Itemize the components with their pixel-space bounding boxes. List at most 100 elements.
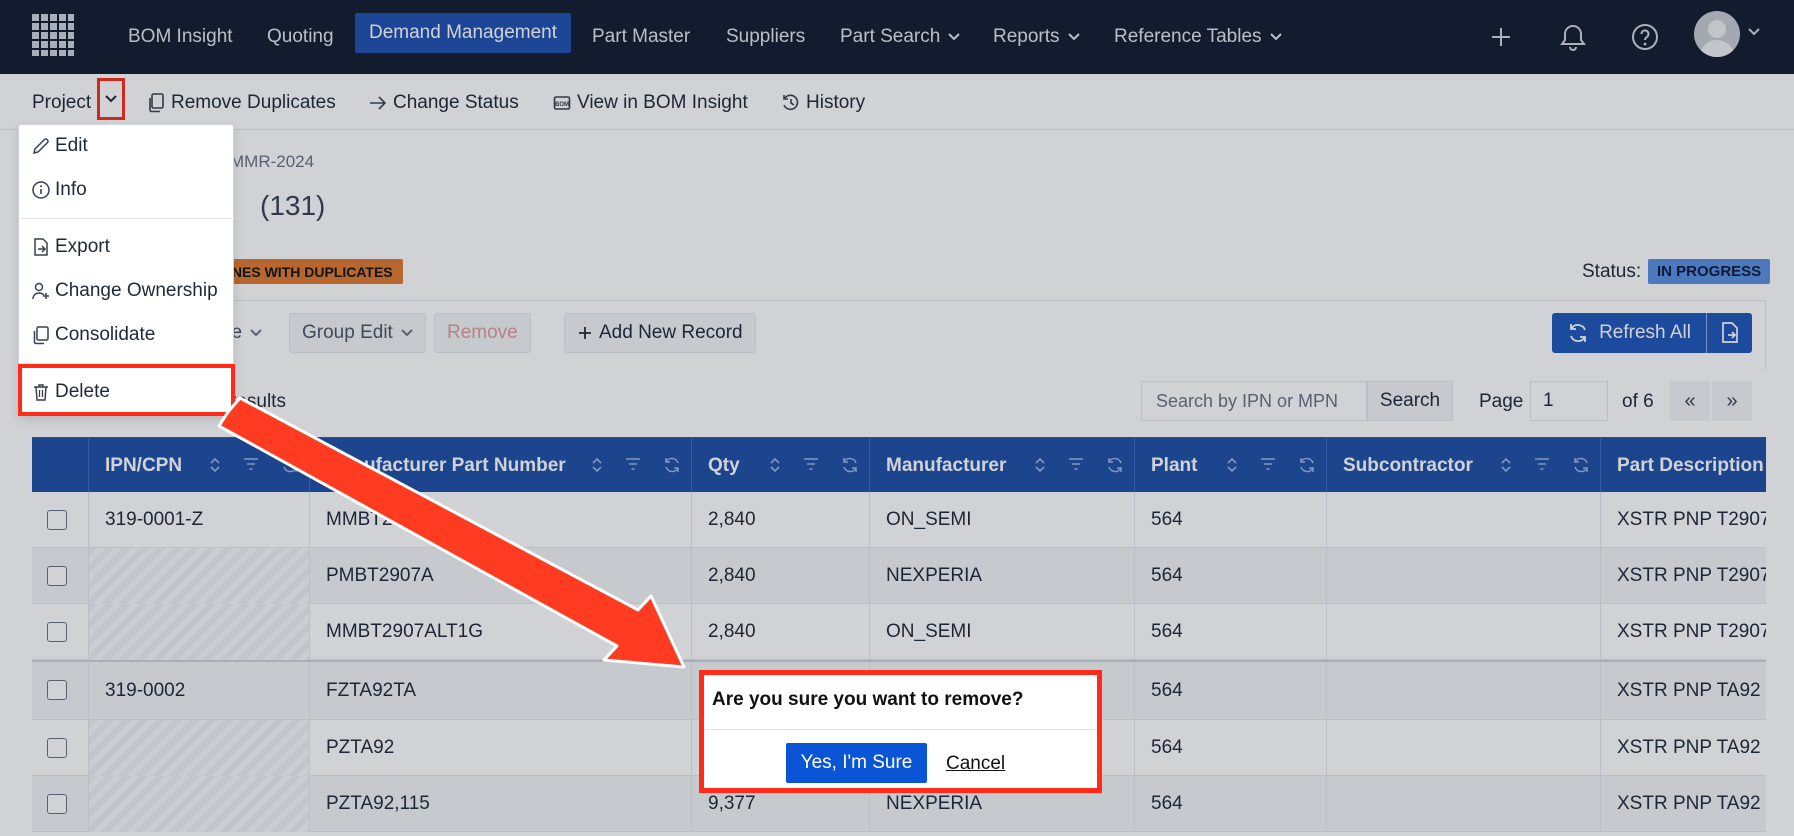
project-dropdown-toggle[interactable] bbox=[97, 78, 125, 120]
user-avatar[interactable] bbox=[1694, 11, 1740, 57]
column-header-ipn[interactable]: IPN/CPN bbox=[89, 438, 310, 493]
plant-cell: 564 bbox=[1135, 776, 1327, 832]
view-in-bom-insight-button[interactable]: BOM View in BOM Insight bbox=[553, 88, 748, 118]
add-new-record-button[interactable]: Add New Record bbox=[564, 313, 756, 353]
refresh-icon[interactable] bbox=[1298, 457, 1316, 473]
refresh-icon[interactable] bbox=[841, 457, 859, 473]
row-checkbox[interactable] bbox=[47, 738, 67, 758]
breadcrumb: MMR-2024 bbox=[230, 152, 315, 171]
arrow-right-icon bbox=[370, 96, 387, 110]
menu-item-export[interactable]: Export bbox=[31, 232, 110, 262]
remove-duplicates-button[interactable]: Remove Duplicates bbox=[147, 88, 336, 118]
history-button[interactable]: History bbox=[782, 88, 865, 118]
confirm-remove-dialog: Are you sure you want to remove? Yes, I'… bbox=[699, 670, 1102, 793]
plus-icon[interactable] bbox=[1482, 18, 1520, 56]
filter-icon[interactable] bbox=[1068, 457, 1084, 471]
menu-item-label: Info bbox=[55, 179, 87, 200]
nav-demand-management[interactable]: Demand Management bbox=[355, 13, 571, 53]
sort-icon[interactable] bbox=[769, 457, 781, 473]
refresh-icon[interactable] bbox=[1106, 457, 1124, 473]
filter-icon[interactable] bbox=[243, 457, 259, 471]
menu-item-label: Export bbox=[55, 236, 110, 257]
refresh-icon[interactable] bbox=[281, 457, 299, 473]
subcontractor-cell bbox=[1327, 548, 1601, 604]
chevron-down-icon bbox=[105, 95, 117, 103]
prev-page-button[interactable]: « bbox=[1670, 381, 1710, 421]
column-header-manufacturer[interactable]: Manufacturer bbox=[870, 438, 1135, 493]
column-header-plant[interactable]: Plant bbox=[1135, 438, 1327, 493]
sort-icon[interactable] bbox=[1500, 457, 1512, 473]
bell-icon[interactable] bbox=[1554, 18, 1592, 56]
search-input[interactable]: Search by IPN or MPN bbox=[1141, 381, 1367, 421]
sort-icon[interactable] bbox=[1034, 457, 1046, 473]
plant-cell: 564 bbox=[1135, 492, 1327, 548]
copy-icon bbox=[149, 93, 164, 113]
status-label: Status: bbox=[1582, 261, 1642, 282]
sort-icon[interactable] bbox=[591, 457, 603, 473]
search-button[interactable]: Search bbox=[1367, 381, 1453, 421]
row-checkbox[interactable] bbox=[47, 566, 67, 586]
column-header-qty[interactable]: Qty bbox=[692, 438, 870, 493]
select-all-header bbox=[32, 438, 89, 493]
description-cell: XSTR PNP T2907 bbox=[1617, 565, 1766, 586]
change-status-button[interactable]: Change Status bbox=[369, 88, 519, 118]
sort-icon[interactable] bbox=[1226, 457, 1238, 473]
export-file-button[interactable] bbox=[1706, 313, 1752, 353]
file-export-icon bbox=[1721, 322, 1738, 343]
nav-part-search[interactable]: Part Search bbox=[826, 0, 974, 74]
filter-icon[interactable] bbox=[1534, 457, 1550, 471]
table-header: IPN/CPN Manufacturer Part Number Qty Man… bbox=[32, 437, 1766, 493]
table-row[interactable]: PMBT2907A 2,840 NEXPERIA 564 XSTR PNP T2… bbox=[32, 548, 1766, 604]
pencil-icon bbox=[32, 138, 49, 155]
nav-quoting[interactable]: Quoting bbox=[253, 0, 348, 74]
change-status-label: Change Status bbox=[393, 92, 519, 113]
nav-label: BOM Insight bbox=[128, 26, 233, 47]
remove-button[interactable]: Remove bbox=[434, 313, 531, 353]
row-checkbox[interactable] bbox=[47, 622, 67, 642]
page-number-input[interactable]: 1 bbox=[1530, 381, 1608, 421]
table-row[interactable]: 319-0001-Z MMBT2907A 2,840 ON_SEMI 564 X… bbox=[32, 492, 1766, 548]
menu-item-change-ownership[interactable]: Change Ownership bbox=[31, 276, 218, 306]
project-toolbar: Project Remove Duplicates Change Status … bbox=[0, 74, 1794, 130]
chevron-down-icon bbox=[401, 329, 413, 337]
nav-bom-insight[interactable]: BOM Insight bbox=[114, 0, 247, 74]
history-icon bbox=[783, 94, 799, 111]
filter-icon[interactable] bbox=[625, 457, 641, 471]
column-header-label: IPN/CPN bbox=[105, 454, 183, 476]
column-header-part-description[interactable]: Part Description bbox=[1601, 438, 1766, 493]
nav-suppliers[interactable]: Suppliers bbox=[712, 0, 819, 74]
nav-reference-tables[interactable]: Reference Tables bbox=[1100, 0, 1296, 74]
menu-item-info[interactable]: Info bbox=[31, 175, 87, 205]
results-count: results bbox=[230, 391, 286, 412]
row-checkbox[interactable] bbox=[47, 510, 67, 530]
row-checkbox[interactable] bbox=[47, 680, 67, 700]
mpn-cell: PZTA92,115 bbox=[310, 776, 692, 832]
chevron-down-icon[interactable] bbox=[1748, 28, 1760, 36]
menu-item-consolidate[interactable]: Consolidate bbox=[31, 320, 155, 350]
confirm-button[interactable]: Yes, I'm Sure bbox=[786, 743, 927, 783]
file-export-icon bbox=[34, 238, 48, 256]
cancel-link[interactable]: Cancel bbox=[946, 753, 1005, 775]
filter-icon[interactable] bbox=[803, 457, 819, 471]
qty-cell: 2,840 bbox=[692, 492, 870, 548]
subcontractor-cell bbox=[1327, 720, 1601, 776]
next-page-button[interactable]: » bbox=[1712, 381, 1752, 421]
column-header-mpn[interactable]: Manufacturer Part Number bbox=[310, 438, 692, 493]
refresh-icon[interactable] bbox=[1572, 457, 1590, 473]
row-checkbox[interactable] bbox=[47, 794, 67, 814]
menu-item-edit[interactable]: Edit bbox=[31, 131, 88, 161]
copy-icon bbox=[33, 326, 49, 345]
refresh-all-button[interactable]: Refresh All bbox=[1552, 313, 1706, 353]
column-header-subcontractor[interactable]: Subcontractor bbox=[1327, 438, 1601, 493]
project-menu-button[interactable]: Project bbox=[32, 88, 91, 118]
sort-icon[interactable] bbox=[209, 457, 221, 473]
nav-part-master[interactable]: Part Master bbox=[578, 0, 704, 74]
group-edit-button[interactable]: Group Edit bbox=[289, 313, 426, 353]
view-bom-label: View in BOM Insight bbox=[577, 92, 748, 113]
app-grid-logo-icon[interactable] bbox=[32, 14, 74, 56]
table-row[interactable]: MMBT2907ALT1G 2,840 ON_SEMI 564 XSTR PNP… bbox=[32, 604, 1766, 660]
help-icon[interactable] bbox=[1626, 18, 1664, 56]
refresh-icon[interactable] bbox=[663, 457, 681, 473]
nav-reports[interactable]: Reports bbox=[979, 0, 1094, 74]
filter-icon[interactable] bbox=[1260, 457, 1276, 471]
